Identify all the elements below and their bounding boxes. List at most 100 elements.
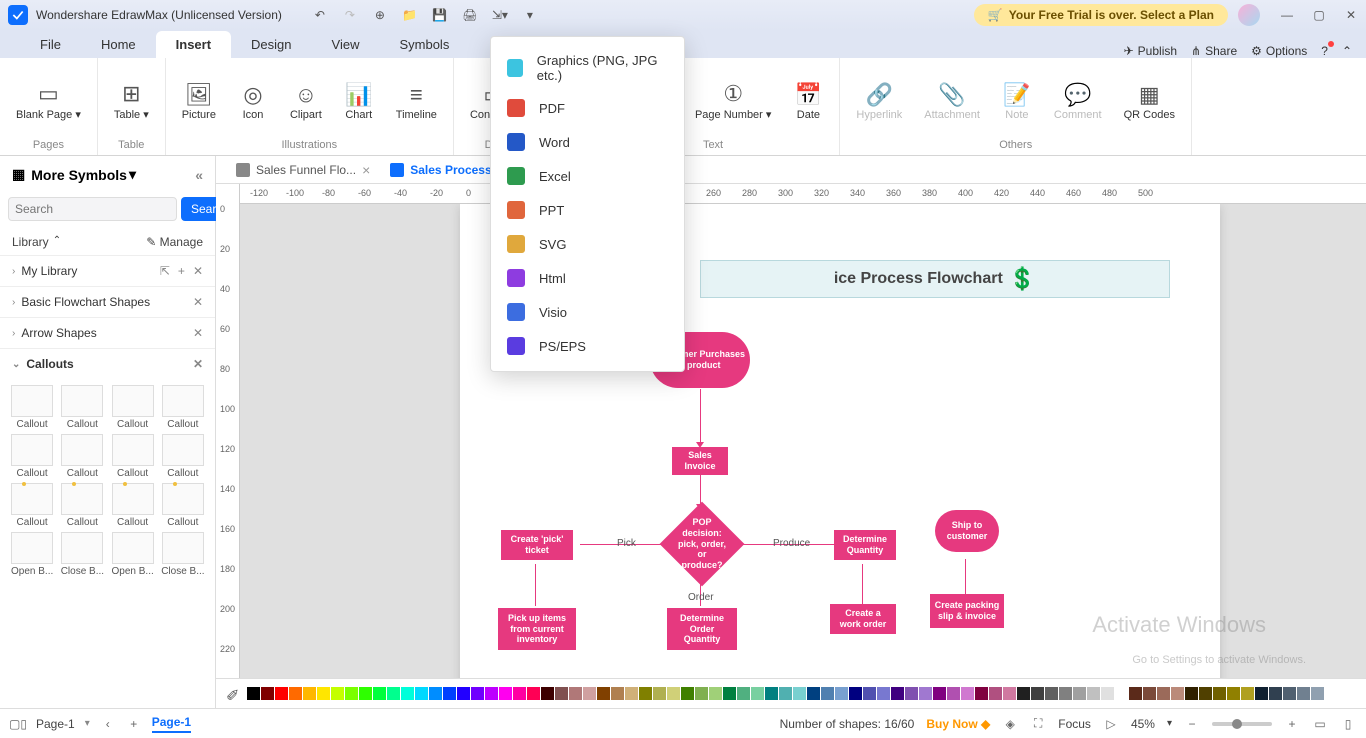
color-swatch[interactable]	[1311, 687, 1324, 700]
color-swatch[interactable]	[373, 687, 386, 700]
ribbon-page-number[interactable]: ①Page Number ▾	[685, 62, 781, 139]
color-swatch[interactable]	[933, 687, 946, 700]
close-icon[interactable]: ✕	[193, 295, 203, 309]
minimize-button[interactable]: —	[1280, 8, 1294, 22]
chevron-up-icon[interactable]: ⌃	[53, 235, 61, 249]
menu-tab-home[interactable]: Home	[81, 31, 156, 58]
color-swatch[interactable]	[317, 687, 330, 700]
publish-button[interactable]: ✈ Publish	[1124, 44, 1177, 58]
sidebar-section-arrow-shapes[interactable]: ›Arrow Shapes✕	[0, 317, 215, 348]
color-swatch[interactable]	[569, 687, 582, 700]
color-swatch[interactable]	[723, 687, 736, 700]
shape-item[interactable]: Callout	[58, 385, 106, 430]
zoom-slider[interactable]	[1212, 722, 1272, 726]
shape-item[interactable]: Callout	[159, 385, 207, 430]
node-det-order[interactable]: Determine Order Quantity	[667, 608, 737, 650]
focus-label[interactable]: Focus	[1058, 717, 1091, 731]
add-icon[interactable]: +	[178, 264, 185, 278]
color-swatch[interactable]	[905, 687, 918, 700]
color-swatch[interactable]	[1031, 687, 1044, 700]
shape-item[interactable]: Callout	[8, 483, 56, 528]
color-swatch[interactable]	[793, 687, 806, 700]
color-swatch[interactable]	[919, 687, 932, 700]
color-swatch[interactable]	[821, 687, 834, 700]
color-swatch[interactable]	[1059, 687, 1072, 700]
avatar[interactable]	[1238, 4, 1260, 26]
shape-item[interactable]: Open B...	[8, 532, 56, 577]
canvas[interactable]: ice Process Flowchart💲 Customer Purchase…	[240, 204, 1366, 678]
color-swatch[interactable]	[625, 687, 638, 700]
color-swatch[interactable]	[779, 687, 792, 700]
ribbon-qr-codes[interactable]: ▦QR Codes	[1114, 62, 1185, 139]
export-ppt[interactable]: PPT	[491, 193, 684, 227]
color-swatch[interactable]	[1101, 687, 1114, 700]
export-pseps[interactable]: PS/EPS	[491, 329, 684, 363]
export-visio[interactable]: Visio	[491, 295, 684, 329]
ribbon-picture[interactable]: 🖼Picture	[172, 62, 226, 139]
shape-item[interactable]: Callout	[8, 385, 56, 430]
open-icon[interactable]: 📁	[402, 7, 418, 23]
color-swatch[interactable]	[751, 687, 764, 700]
node-ship[interactable]: Ship to customer	[935, 510, 999, 552]
color-swatch[interactable]	[1269, 687, 1282, 700]
layers-icon[interactable]: ◈	[1002, 716, 1018, 732]
more-icon[interactable]: ▾	[522, 7, 538, 23]
color-swatch[interactable]	[1199, 687, 1212, 700]
ribbon-chart[interactable]: 📊Chart	[334, 62, 384, 139]
sidebar-section-basic-flowchart-shapes[interactable]: ›Basic Flowchart Shapes✕	[0, 286, 215, 317]
color-swatch[interactable]	[639, 687, 652, 700]
color-swatch[interactable]	[1297, 687, 1310, 700]
color-swatch[interactable]	[1255, 687, 1268, 700]
color-swatch[interactable]	[681, 687, 694, 700]
ribbon-icon[interactable]: ◎Icon	[228, 62, 278, 139]
export-excel[interactable]: Excel	[491, 159, 684, 193]
color-swatch[interactable]	[737, 687, 750, 700]
menu-tab-file[interactable]: File	[20, 31, 81, 58]
color-swatch[interactable]	[583, 687, 596, 700]
color-swatch[interactable]	[1073, 687, 1086, 700]
eyedropper-icon[interactable]: ✐	[226, 686, 242, 702]
color-swatch[interactable]	[555, 687, 568, 700]
menu-tab-symbols[interactable]: Symbols	[379, 31, 469, 58]
color-swatch[interactable]	[1227, 687, 1240, 700]
shape-item[interactable]: Callout	[8, 434, 56, 479]
shape-item[interactable]: Callout	[109, 483, 157, 528]
color-swatch[interactable]	[457, 687, 470, 700]
shape-item[interactable]: Callout	[58, 434, 106, 479]
add-page-icon[interactable]: +	[126, 716, 142, 732]
color-swatch[interactable]	[513, 687, 526, 700]
layout-icon[interactable]: ▢▯	[10, 716, 26, 732]
collapse-panel-icon[interactable]: «	[195, 167, 203, 183]
color-swatch[interactable]	[275, 687, 288, 700]
ribbon-table[interactable]: ⊞Table ▾	[104, 62, 159, 139]
search-input[interactable]	[8, 197, 177, 221]
color-swatch[interactable]	[891, 687, 904, 700]
ribbon-date[interactable]: 📅Date	[783, 62, 833, 139]
fit-page-icon[interactable]: ▭	[1312, 716, 1328, 732]
menu-tab-design[interactable]: Design	[231, 31, 311, 58]
color-swatch[interactable]	[471, 687, 484, 700]
trial-banner[interactable]: 🛒 Your Free Trial is over. Select a Plan	[974, 4, 1228, 26]
prev-page-icon[interactable]: ‹	[100, 716, 116, 732]
color-swatch[interactable]	[1241, 687, 1254, 700]
close-icon[interactable]: ×	[362, 162, 370, 178]
shape-item[interactable]: Callout	[58, 483, 106, 528]
undo-icon[interactable]: ↶	[312, 7, 328, 23]
buy-now-button[interactable]: Buy Now ◆	[926, 717, 990, 731]
color-swatch[interactable]	[863, 687, 876, 700]
shape-item[interactable]: Callout	[109, 385, 157, 430]
chevron-down-icon[interactable]: ▾	[85, 718, 90, 729]
color-swatch[interactable]	[527, 687, 540, 700]
print-icon[interactable]: 🖨	[462, 7, 478, 23]
page-tab[interactable]: Page-1	[36, 717, 75, 731]
color-swatch[interactable]	[961, 687, 974, 700]
node-invoice[interactable]: Sales Invoice	[672, 447, 728, 475]
shape-item[interactable]: Close B...	[159, 532, 207, 577]
color-swatch[interactable]	[1003, 687, 1016, 700]
color-swatch[interactable]	[1213, 687, 1226, 700]
fullscreen-icon[interactable]: ⛶	[1030, 716, 1046, 732]
export-icon[interactable]: ⇲▾	[492, 7, 508, 23]
doc-tab[interactable]: Sales Funnel Flo...×	[226, 158, 380, 182]
maximize-button[interactable]: ▢	[1312, 8, 1326, 22]
color-swatch[interactable]	[1087, 687, 1100, 700]
